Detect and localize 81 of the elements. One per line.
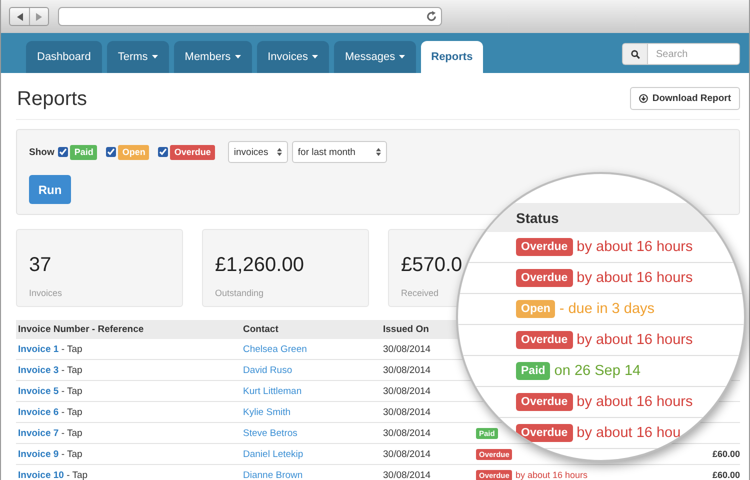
column-header: Contact: [243, 324, 278, 335]
status-badge: Overdue: [516, 331, 573, 349]
summary-value: £570.0: [401, 254, 462, 277]
type-select[interactable]: invoices: [228, 141, 288, 163]
status-badge: Paid: [70, 144, 98, 160]
status-badge: Overdue: [516, 393, 573, 411]
reference-text: - Tap: [61, 448, 82, 460]
reference-text: - Tap: [61, 386, 82, 396]
checkbox[interactable]: [58, 147, 68, 157]
summary-value: 37: [29, 254, 52, 277]
contact-link[interactable]: Chelsea Green: [243, 344, 307, 354]
status-badge: Overdue: [516, 238, 573, 256]
summary-value: £1,260.00: [215, 254, 304, 277]
download-button[interactable]: Download Report: [630, 86, 740, 110]
column-header: Status: [516, 210, 559, 226]
reference-text: - Tap: [61, 428, 82, 438]
invoice-link[interactable]: Invoice 5: [18, 386, 59, 396]
contact-link[interactable]: Kurt Littleman: [243, 386, 302, 396]
status-note: by about 16 hou: [576, 425, 681, 441]
status-note: - due in 3 days: [559, 301, 655, 317]
status-note: by about 16 hours: [576, 270, 693, 286]
summary-label: Invoices: [29, 288, 62, 298]
invoice-link[interactable]: Invoice 6: [18, 406, 59, 418]
select-arrows-icon: [376, 148, 381, 156]
contact-link[interactable]: Kylie Smith: [243, 406, 291, 418]
status-note: by about 16 hours: [515, 470, 588, 480]
amount-cell: £60.00: [712, 470, 740, 480]
nav-tab[interactable]: Terms: [106, 41, 169, 73]
status-badge: Overdue: [516, 269, 573, 287]
show-label: Show: [29, 146, 54, 158]
select-arrows-icon: [276, 148, 282, 156]
nav-tab[interactable]: Messages: [334, 41, 416, 73]
status-note: on 26 Sep 14: [554, 363, 641, 379]
invoice-link[interactable]: Invoice 7: [18, 428, 59, 438]
checkbox[interactable]: [106, 147, 116, 157]
right-triangle-icon[interactable]: [35, 12, 43, 20]
nav-tab[interactable]: Reports: [421, 41, 483, 73]
status-note: by about 16 hours: [576, 332, 693, 348]
search-icon[interactable]: [630, 50, 640, 58]
contact-link[interactable]: David Ruso: [243, 364, 292, 376]
status-badge: Open: [516, 300, 556, 318]
invoice-link[interactable]: Invoice 3: [18, 364, 59, 376]
table-cell: 30/08/2014: [383, 448, 431, 460]
table-cell: 30/08/2014: [383, 386, 431, 396]
table-cell: 30/08/2014: [383, 428, 431, 438]
contact-link[interactable]: Daniel Letekip: [243, 448, 304, 460]
reload-icon[interactable]: [426, 11, 437, 22]
page-title: Reports: [17, 88, 88, 110]
summary-label: Received: [401, 288, 439, 298]
invoice-link[interactable]: Invoice 9: [18, 448, 59, 460]
status-badge: Overdue: [170, 144, 215, 160]
column-header: Issued On: [383, 324, 429, 335]
status-badge: Overdue: [516, 424, 573, 442]
nav-tab[interactable]: Invoices: [256, 41, 329, 73]
status-note: by about 16 hours: [576, 394, 693, 410]
contact-link[interactable]: Steve Betros: [243, 428, 298, 438]
reference-text: - Tap: [61, 364, 82, 376]
search-field[interactable]: Search: [647, 43, 740, 65]
table-cell: 30/08/2014: [383, 406, 431, 418]
summary-label: Outstanding: [215, 288, 264, 298]
table-cell: 30/08/2014: [383, 470, 431, 480]
left-triangle-icon[interactable]: [16, 12, 24, 20]
run-button[interactable]: Run: [29, 175, 71, 204]
download-icon: [639, 94, 648, 102]
status-note: by about 16 hours: [576, 239, 693, 255]
nav-tab[interactable]: Members: [174, 41, 252, 73]
table-cell: 30/08/2014: [383, 364, 431, 376]
checkbox[interactable]: [158, 147, 168, 157]
status-badge: Paid: [516, 362, 550, 380]
status-badge: Open: [118, 144, 150, 160]
reference-text: - Tap: [61, 344, 82, 354]
contact-link[interactable]: Dianne Brown: [243, 470, 303, 480]
reference-text: - Tap: [61, 406, 82, 418]
column-header: Invoice Number - Reference: [18, 324, 144, 335]
invoice-link[interactable]: Invoice 10: [18, 470, 64, 480]
table-cell: 30/08/2014: [383, 344, 431, 354]
nav-tab[interactable]: Dashboard: [26, 41, 102, 73]
invoice-link[interactable]: Invoice 1: [18, 344, 59, 354]
amount-cell: £60.00: [712, 449, 740, 459]
period-select[interactable]: for last month: [292, 141, 387, 163]
reference-text: - Tap: [66, 470, 88, 480]
